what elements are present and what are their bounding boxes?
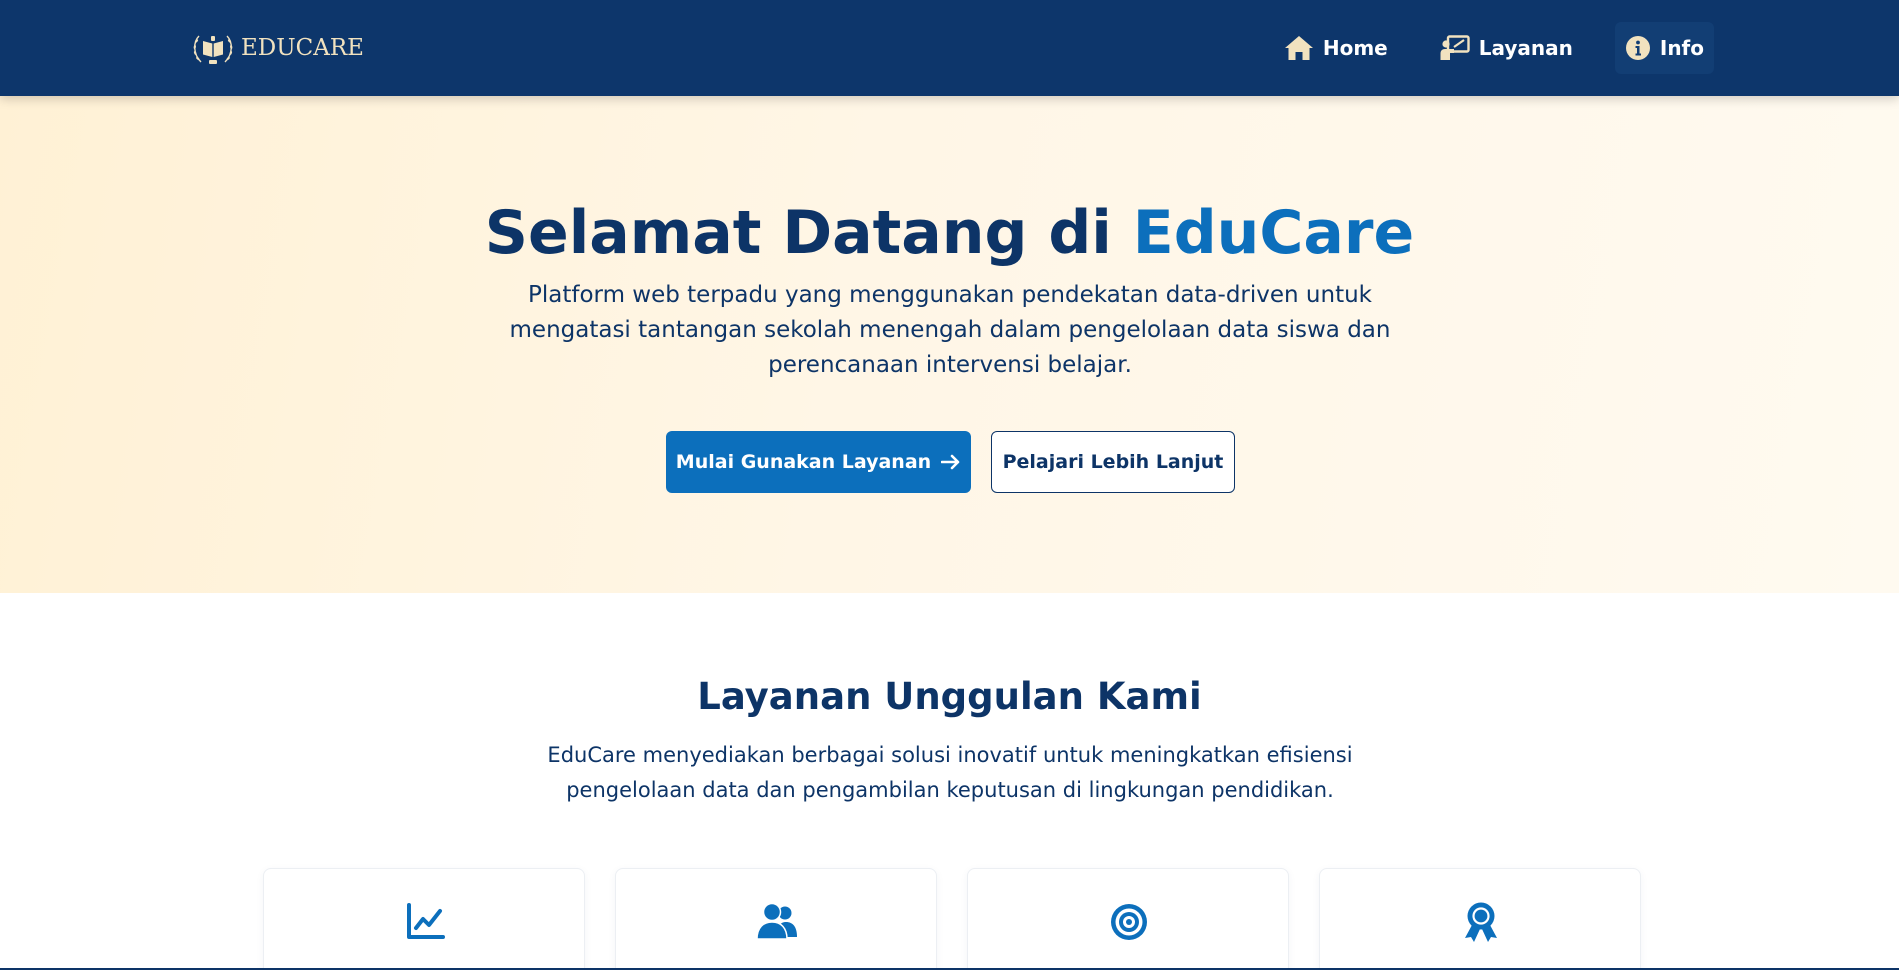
main-nav: Home Layanan Info: [1242, 22, 1714, 74]
presentation-icon: [1440, 35, 1470, 60]
brand-name: EDUCARE: [241, 35, 364, 61]
line-chart-icon: [407, 903, 445, 939]
nav-layanan-label: Layanan: [1478, 36, 1573, 60]
arrow-right-icon: [941, 454, 960, 470]
brand-logo[interactable]: EDUCARE: [189, 28, 364, 68]
award-icon: [1465, 902, 1497, 942]
book-laurel-logo-icon: [193, 35, 233, 64]
info-circle-icon: [1625, 36, 1650, 60]
home-icon: [1284, 36, 1313, 60]
services-title: Layanan Unggulan Kami: [697, 675, 1202, 718]
nav-info-label: Info: [1659, 36, 1704, 60]
nav-home-label: Home: [1322, 36, 1388, 60]
learn-more-button-label: Pelajari Lebih Lanjut: [1002, 451, 1224, 473]
top-navbar: EDUCARE Home Layanan Info: [0, 0, 1899, 96]
nav-info[interactable]: Info: [1614, 22, 1714, 74]
hero-title-prefix: Selamat Datang di: [484, 198, 1112, 268]
nav-layanan[interactable]: Layanan: [1430, 22, 1583, 74]
learn-more-button[interactable]: Pelajari Lebih Lanjut: [991, 431, 1235, 493]
users-icon: [756, 902, 797, 940]
target-icon: [1111, 904, 1147, 940]
service-card-target[interactable]: [967, 868, 1289, 970]
service-card-students[interactable]: [615, 868, 937, 970]
hero-title: Selamat Datang di EduCare: [0, 196, 1899, 270]
hero-section: Selamat Datang di EduCare Platform web t…: [0, 96, 1899, 593]
hero-description: Platform web terpadu yang menggunakan pe…: [509, 282, 1391, 378]
start-service-button-label: Mulai Gunakan Layanan: [675, 451, 932, 473]
start-service-button[interactable]: Mulai Gunakan Layanan: [666, 431, 971, 493]
hero-title-accent: EduCare: [1132, 198, 1415, 268]
service-card-award[interactable]: [1319, 868, 1641, 970]
services-description: EduCare menyediakan berbagai solusi inov…: [547, 743, 1353, 802]
service-card-analytics[interactable]: [263, 868, 585, 970]
nav-home[interactable]: Home: [1274, 22, 1398, 74]
